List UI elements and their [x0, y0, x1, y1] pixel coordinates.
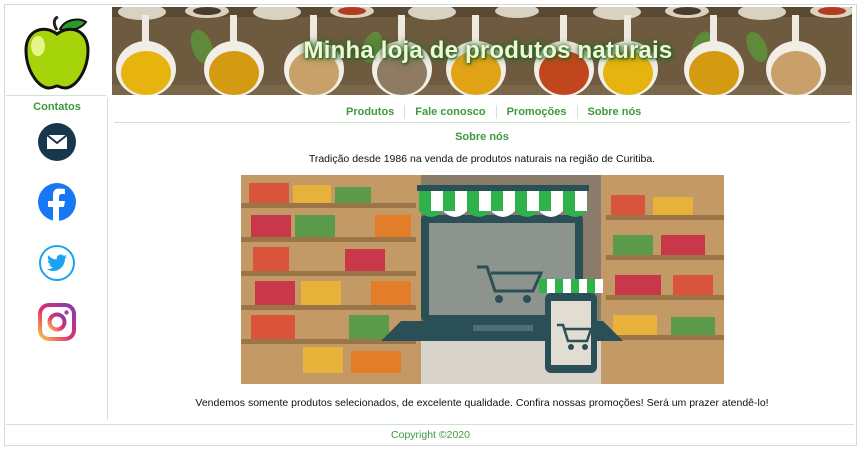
apple-logo — [22, 15, 92, 90]
footer-divider — [6, 424, 854, 425]
nav-divider — [114, 122, 850, 123]
site-title: Minha loja de produtos naturais — [303, 37, 673, 64]
sidebar-divider — [107, 98, 108, 420]
nav-item-fale-conosco[interactable]: Fale conosco — [405, 105, 495, 119]
nav-item-promocoes[interactable]: Promoções — [497, 105, 577, 119]
email-icon[interactable] — [38, 123, 76, 161]
contacts-title: Contatos — [33, 101, 81, 113]
facebook-icon[interactable] — [38, 183, 76, 221]
hero-banner: Minha loja de produtos naturais — [112, 7, 852, 95]
lead-text: Tradição desde 1986 na venda de produtos… — [308, 153, 656, 165]
twitter-icon[interactable] — [38, 244, 76, 282]
instagram-icon[interactable] — [38, 303, 76, 341]
section-title: Sobre nós — [455, 131, 509, 143]
copyright-footer: Copyright ©2020 — [391, 429, 470, 441]
nav-item-sobre-nos[interactable]: Sobre nós — [578, 105, 652, 119]
main-nav: Produtos Fale conosco Promoções Sobre nó… — [336, 104, 651, 120]
header-divider-left — [6, 95, 106, 96]
store-photo — [241, 175, 724, 384]
nav-item-produtos[interactable]: Produtos — [336, 105, 404, 119]
closing-text: Vendemos somente produtos selecionados, … — [195, 397, 769, 409]
